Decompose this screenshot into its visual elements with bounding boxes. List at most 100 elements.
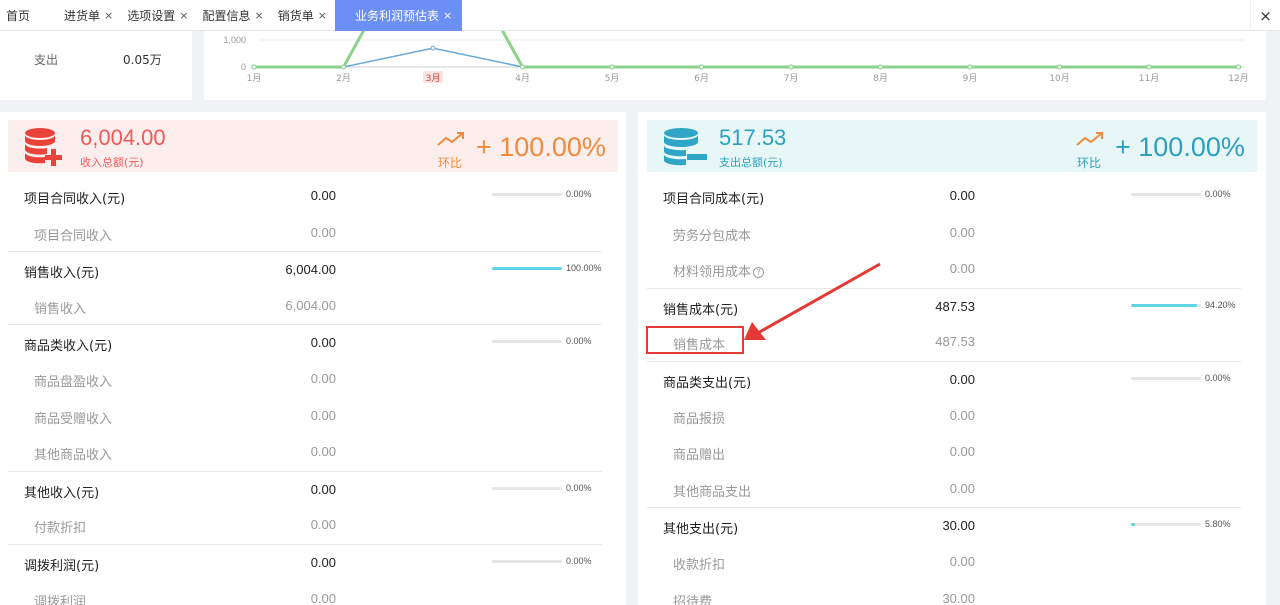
share-progress-bar xyxy=(492,193,562,196)
expense-total: 517.53 xyxy=(719,125,787,150)
tab-2[interactable]: 选项设置 × xyxy=(121,0,196,31)
chart-svg: 0 1,000 1月 2月 3月 4月 5月 6月 7月 8月 9月 10月 11月 12月 xyxy=(223,31,1249,84)
row-name: 调拨利润(元) xyxy=(24,558,100,574)
xtick-label: 10月 xyxy=(1049,73,1069,84)
row-amount: 30.00 xyxy=(942,518,975,534)
tab-3[interactable]: 配置信息 × xyxy=(196,0,271,31)
category-row: 商品类收入(元) 0.00 0.00% xyxy=(8,324,602,361)
database-plus-icon xyxy=(25,128,62,166)
row-amount: 0.00 xyxy=(949,444,975,460)
tab-0[interactable]: 首页 xyxy=(0,0,58,31)
tab-close-icon[interactable]: × xyxy=(104,9,113,22)
income-total: 6,004.00 xyxy=(80,125,166,150)
tab-4[interactable]: 销货单 × xyxy=(272,0,335,31)
income-ratio: + 100.00% xyxy=(476,132,606,162)
tab-1[interactable]: 进货单 × xyxy=(58,0,121,31)
item-row: 材料领用成本? 0.00 xyxy=(647,251,1241,288)
ytick-label: 0 xyxy=(241,62,246,72)
tab-label: 进货单 xyxy=(64,9,101,23)
item-row: 商品盘盈收入 0.00 xyxy=(8,361,602,398)
tab-label: 首页 xyxy=(6,9,31,23)
xtick-label: 9月 xyxy=(963,73,978,84)
tab-close-icon[interactable]: × xyxy=(179,9,188,22)
xtick-label: 12月 xyxy=(1228,73,1248,84)
row-amount: 0.00 xyxy=(310,335,336,351)
progress-fill xyxy=(492,267,562,271)
data-point xyxy=(430,45,436,51)
xtick-label: 11月 xyxy=(1139,73,1159,84)
row-name: 招待费 xyxy=(673,594,713,605)
share-percent: 0.00% xyxy=(566,189,592,199)
item-row: 销售收入 6,004.00 xyxy=(8,288,602,325)
data-point xyxy=(878,64,883,70)
share-percent: 0.00% xyxy=(1205,372,1231,383)
row-name: 调拨利润 xyxy=(34,594,87,605)
tab-5[interactable]: 业务利润预估表 × xyxy=(334,0,463,31)
data-point xyxy=(788,64,794,70)
expense-panel: 517.53 支出总额(元) 环比 + 100.00% 项目合同成本(元) 0.0… xyxy=(638,112,1266,605)
trend-up-icon xyxy=(437,132,464,146)
item-row: 商品受赠收入 0.00 xyxy=(8,398,602,435)
share-progress-bar xyxy=(1131,523,1201,527)
row-amount: 0.00 xyxy=(310,444,336,460)
category-row: 项目合同成本(元) 0.00 0.00% xyxy=(647,178,1241,215)
xtick-label: 2月 xyxy=(336,73,351,84)
row-name: 销售收入(元) xyxy=(24,266,100,282)
row-amount: 0.00 xyxy=(310,481,336,497)
share-progress-bar xyxy=(492,340,562,344)
expense-ratio: + 100.00% xyxy=(1115,132,1245,162)
share-percent: 5.80% xyxy=(1205,519,1231,530)
row-amount: 0.00 xyxy=(310,370,336,386)
row-amount: 30.00 xyxy=(942,590,975,605)
income-total-label: 收入总额(元) xyxy=(80,156,144,169)
row-amount: 0.00 xyxy=(949,224,975,240)
series-line xyxy=(254,31,1239,69)
progress-fill xyxy=(1131,523,1136,527)
share-percent: 100.00% xyxy=(566,263,602,274)
data-point xyxy=(1146,64,1152,70)
xtick-label: 7月 xyxy=(784,73,799,84)
expense-list: 项目合同成本(元) 0.00 0.00% 劳务分包成本 0.00 材料领用成本? 0.00 销… xyxy=(647,178,1241,605)
category-row: 调拨利润(元) 0.00 0.00% xyxy=(8,543,602,581)
item-row: 商品报损 0.00 xyxy=(647,398,1241,435)
row-name: 商品类收入(元) xyxy=(24,339,113,355)
tab-close-icon[interactable]: × xyxy=(255,9,264,22)
row-amount: 0.00 xyxy=(949,261,975,277)
xtick-label: 5月 xyxy=(605,73,620,84)
row-amount: 0.00 xyxy=(310,554,336,570)
row-name: 其他支出(元) xyxy=(663,522,739,538)
item-row: 劳务分包成本 0.00 xyxy=(647,215,1241,252)
category-row: 商品类支出(元) 0.00 0.00% xyxy=(647,360,1241,398)
row-name: 销售成本(元) xyxy=(663,302,739,318)
tab-close-icon[interactable]: × xyxy=(318,9,327,22)
highlight-box xyxy=(646,326,744,354)
monthly-line-chart: 0 1,000 1月 2月 3月 4月 5月 6月 7月 8月 9月 10月 11月 12月 xyxy=(204,31,1266,100)
data-point xyxy=(1236,64,1241,70)
xtick-label: 4月 xyxy=(515,73,530,84)
close-icon[interactable]: × xyxy=(1250,0,1280,31)
income-header: 6,004.00 收入总额(元) 环比 + 100.00% xyxy=(8,120,618,172)
xtick-label: 3月 xyxy=(426,73,441,84)
share-progress-bar xyxy=(1131,376,1201,380)
income-ratio-label: 环比 xyxy=(438,156,463,170)
progress-fill xyxy=(1131,303,1197,307)
expense-ratio-label: 环比 xyxy=(1077,156,1102,170)
row-amount: 0.00 xyxy=(949,371,975,387)
item-row: 收款折扣 0.00 xyxy=(647,544,1241,581)
data-point xyxy=(967,64,973,70)
row-name: 商品类支出(元) xyxy=(663,375,752,391)
row-amount: 0.00 xyxy=(949,188,975,203)
data-point xyxy=(520,64,525,70)
help-icon[interactable]: ? xyxy=(753,267,765,279)
share-progress-bar xyxy=(1131,303,1201,307)
row-name: 项目合同收入 xyxy=(34,228,113,244)
item-row: 其他商品收入 0.00 xyxy=(8,434,602,471)
summary-value: 0.05万 xyxy=(123,53,162,67)
row-amount: 0.00 xyxy=(310,188,336,203)
row-name: 项目合同收入(元) xyxy=(24,192,126,207)
tab-close-icon[interactable]: × xyxy=(443,9,452,22)
category-row: 项目合同收入(元) 0.00 0.00% xyxy=(8,178,602,215)
row-name: 付款折扣 xyxy=(34,521,87,537)
row-amount: 0.00 xyxy=(949,553,975,569)
row-name: 材料领用成本? xyxy=(673,261,765,280)
